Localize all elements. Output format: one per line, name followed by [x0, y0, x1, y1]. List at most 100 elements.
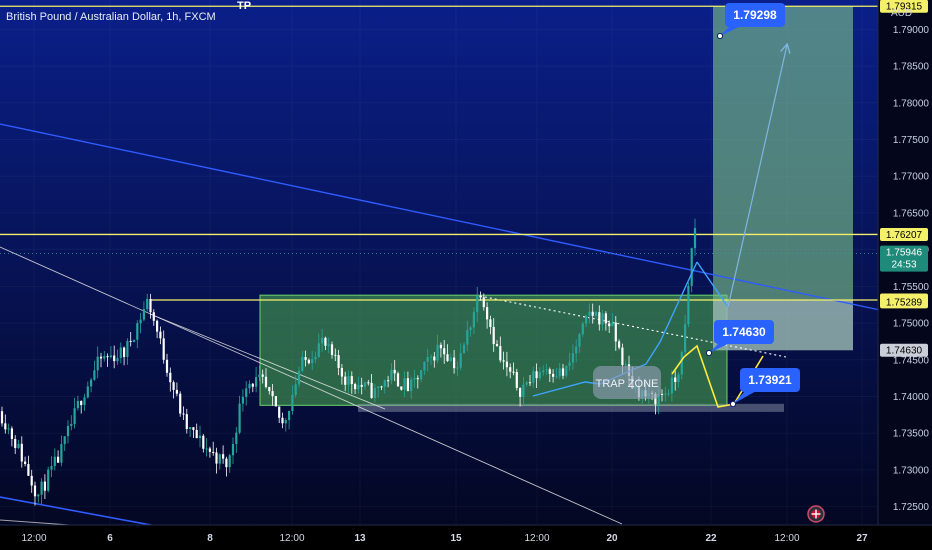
candle-body — [235, 432, 238, 444]
candle-body — [354, 384, 357, 390]
candle-body — [664, 393, 667, 395]
candle-body — [33, 485, 37, 497]
candle-body — [76, 400, 79, 409]
time-tick-label: 15 — [450, 533, 462, 544]
candle-body — [482, 297, 485, 308]
candle-body — [172, 382, 175, 390]
candle-body — [581, 323, 584, 335]
candle-body — [505, 361, 508, 368]
candle-body — [132, 339, 136, 342]
candle-body — [0, 411, 4, 424]
support-band — [358, 403, 784, 412]
candle-body — [66, 425, 70, 437]
candle-body — [406, 378, 409, 392]
candle-body — [519, 387, 522, 397]
candle-body — [495, 344, 499, 347]
candle-body — [185, 414, 188, 429]
candle-body — [225, 458, 228, 468]
candle-body — [363, 382, 367, 387]
candle-body — [565, 365, 568, 376]
candle-body — [261, 374, 264, 377]
candle-body — [136, 323, 139, 340]
event-flag-icon[interactable] — [807, 505, 825, 523]
candle-body — [268, 387, 271, 392]
candle-body — [667, 393, 670, 395]
candle-body — [24, 461, 27, 464]
candle-body — [449, 357, 452, 362]
candle-body — [393, 369, 396, 374]
candle-body — [522, 384, 525, 397]
candle-body — [205, 448, 208, 450]
callout-anchor — [716, 32, 724, 40]
price-tag-label: 1.75289 — [886, 297, 923, 308]
time-tick-label: 12:00 — [21, 533, 46, 544]
candle-body — [585, 315, 588, 324]
candle-body — [152, 312, 155, 321]
candle-body — [373, 388, 376, 399]
candle-body — [47, 469, 50, 491]
candle-body — [453, 357, 456, 369]
candle-body — [690, 248, 693, 286]
candle-body — [222, 454, 225, 459]
price-tick-label: 1.75500 — [893, 282, 930, 293]
candle-body — [476, 295, 479, 313]
candle-body — [215, 452, 218, 464]
candle-body — [472, 312, 475, 328]
candle-body — [337, 355, 340, 368]
candle-body — [4, 423, 7, 430]
price-chart[interactable]: TRAP ZONE 1.79000 1.78500 1.78000 1.77500 1.… — [0, 0, 932, 550]
candle-body — [344, 376, 347, 385]
candle-body — [284, 420, 287, 424]
candle-body — [624, 364, 627, 366]
candle-body — [509, 367, 512, 372]
candle-body — [420, 370, 423, 380]
candle-body — [568, 362, 571, 366]
candle-body — [119, 347, 122, 359]
candle-body — [426, 357, 429, 362]
candle-body — [30, 475, 33, 486]
candle-body — [545, 369, 548, 371]
candle-body — [139, 319, 142, 324]
candle-body — [43, 481, 46, 491]
candle-body — [538, 372, 541, 379]
candle-body — [57, 456, 60, 463]
candle-body — [396, 373, 400, 387]
candle-body — [297, 371, 301, 385]
candle-body — [499, 346, 502, 361]
symbol-title[interactable]: British Pound / Australian Dollar, 1h, F… — [6, 11, 216, 23]
candle-body — [63, 436, 66, 445]
candle-body — [271, 391, 274, 397]
price-tag-label: 1.74630 — [886, 346, 923, 357]
candle-body — [403, 378, 406, 390]
candle-body — [321, 337, 324, 344]
candle-body — [377, 386, 380, 389]
price-tick-label: 1.75000 — [893, 319, 930, 330]
candle-body — [109, 355, 112, 358]
candle-body — [304, 356, 307, 360]
candle-body — [294, 384, 297, 395]
candle-body — [228, 455, 231, 468]
candle-body — [423, 361, 426, 371]
price-tag-label: 1.75946 — [886, 248, 923, 259]
candle-body — [443, 348, 446, 355]
candle-body — [598, 312, 601, 325]
price-tick-label: 1.72500 — [893, 502, 930, 513]
candle-body — [436, 344, 439, 361]
candle-body — [255, 377, 258, 387]
candle-body — [123, 347, 126, 358]
candle-body — [360, 384, 363, 387]
price-tick-label: 1.73500 — [893, 429, 930, 440]
candle-body — [561, 368, 565, 376]
candle-body — [542, 370, 545, 373]
candle-body — [202, 435, 205, 449]
candle-body — [687, 285, 690, 325]
candle-body — [515, 372, 518, 388]
time-tick-label: 12:00 — [279, 533, 304, 544]
candle-body — [37, 494, 40, 497]
candle-body — [129, 340, 132, 342]
time-tick-label: 12:00 — [774, 533, 799, 544]
candle-body — [245, 388, 248, 397]
candle-body — [512, 371, 515, 373]
candle-body — [288, 411, 291, 421]
candle-body — [680, 352, 683, 375]
